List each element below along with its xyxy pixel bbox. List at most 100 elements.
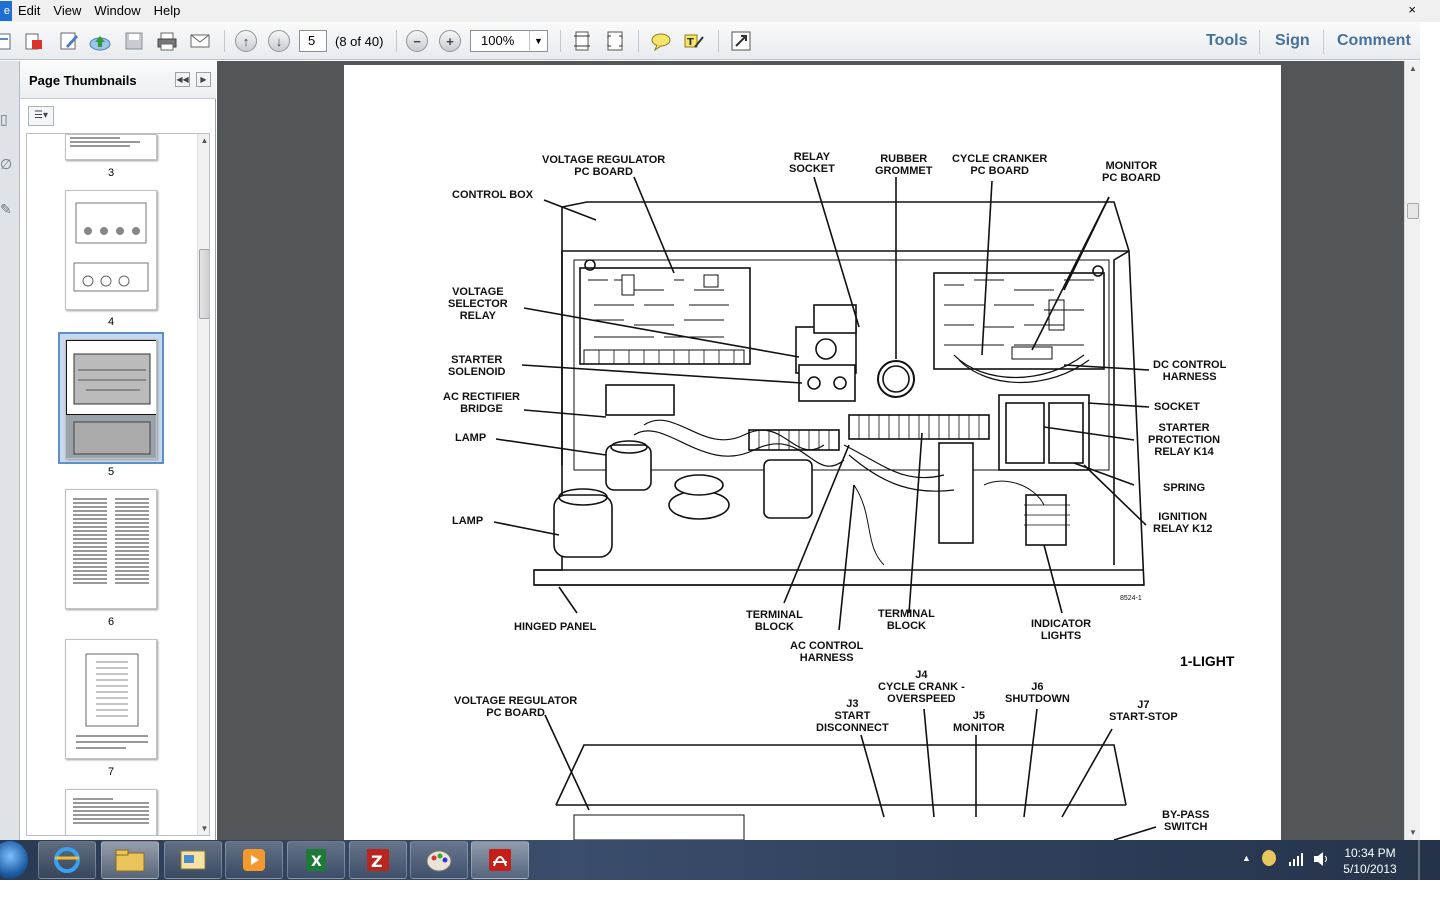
window-edge: [1420, 22, 1440, 880]
svg-text:Z: Z: [371, 852, 383, 871]
print-icon[interactable]: [155, 29, 179, 53]
thumbnail-options-button[interactable]: ☰▾: [28, 106, 54, 126]
attachments-icon[interactable]: ∅: [0, 156, 12, 176]
upload-cloud-icon[interactable]: [88, 29, 112, 53]
pdf-page: VOLTAGE REGULATOR PC BOARD RELAY SOCKET …: [344, 65, 1281, 840]
thumbnail-page-7[interactable]: [65, 639, 157, 759]
label-voltage-regulator-lower: VOLTAGE REGULATOR PC BOARD: [454, 695, 578, 719]
save-icon[interactable]: [122, 29, 146, 53]
internet-explorer-icon[interactable]: [38, 841, 96, 879]
thumbnail-label: 6: [107, 616, 115, 628]
scroll-up-icon[interactable]: ▲: [1405, 64, 1421, 73]
scroll-thumb[interactable]: [1407, 203, 1419, 219]
comment-button[interactable]: Comment: [1337, 32, 1411, 50]
zoom-select[interactable]: 100% ▼: [470, 30, 548, 52]
figure-title: 1-LIGHT: [1180, 653, 1235, 669]
thumbnail-page-3[interactable]: [65, 134, 157, 160]
zoom-value: 100%: [481, 33, 515, 48]
toolbar-separator: [1259, 30, 1260, 54]
expand-panel-icon[interactable]: ▶: [196, 72, 211, 87]
close-document-icon[interactable]: ×: [1408, 2, 1416, 17]
menu-view[interactable]: View: [47, 0, 88, 22]
edit-document-icon[interactable]: [57, 29, 81, 53]
fit-width-icon[interactable]: [603, 29, 627, 53]
action-center-icon[interactable]: [1262, 850, 1276, 866]
start-button[interactable]: [0, 841, 28, 879]
label-dc-control: DC CONTROL HARNESS: [1153, 359, 1227, 383]
label-starter-protection: STARTER PROTECTION RELAY K14: [1148, 422, 1221, 458]
filezilla-icon[interactable]: Z: [349, 841, 407, 879]
thumbnail-page-8[interactable]: [65, 789, 157, 835]
show-hidden-icons-icon[interactable]: ▲: [1242, 853, 1251, 863]
panel-header: Page Thumbnails ◀◀ ▶: [20, 61, 216, 99]
panel-title: Page Thumbnails: [29, 73, 137, 88]
fit-page-icon[interactable]: [570, 29, 594, 53]
volume-icon[interactable]: [1312, 851, 1330, 870]
page-thumbnails-icon[interactable]: ▯: [0, 111, 12, 131]
menu-help[interactable]: Help: [148, 0, 188, 22]
navigation-strip: ▯ ∅ ✎: [0, 61, 20, 840]
thumbnail-page-6[interactable]: [65, 489, 157, 609]
label-terminal-block: TERMINAL BLOCK: [746, 609, 803, 633]
zoom-out-button[interactable]: −: [405, 29, 429, 53]
scroll-down-icon[interactable]: ▼: [1405, 828, 1421, 837]
label-lamp: LAMP: [452, 515, 484, 527]
label-voltage-regulator: VOLTAGE REGULATOR PC BOARD: [542, 154, 666, 178]
label-monitor-pc: MONITOR PC BOARD: [1102, 160, 1161, 184]
menu-window[interactable]: Window: [88, 0, 147, 22]
fullscreen-icon[interactable]: [729, 29, 753, 53]
paint-icon[interactable]: [410, 841, 468, 879]
signatures-icon[interactable]: ✎: [0, 201, 12, 221]
app-icon[interactable]: e: [0, 1, 12, 21]
document-scrollbar[interactable]: ▲ ▼: [1404, 61, 1420, 840]
thumbnail-page-4[interactable]: [65, 190, 157, 310]
collapse-panel-icon[interactable]: ◀◀: [175, 72, 190, 87]
label-control-box: CONTROL BOX: [452, 189, 534, 201]
thumbnail-label: 5: [107, 466, 115, 478]
toolbar: ↑ ↓ 5 (8 of 40) − + 100% ▼ T Tools Sign …: [0, 22, 1420, 60]
tools-button[interactable]: Tools: [1206, 32, 1247, 50]
scroll-thumb[interactable]: [199, 249, 209, 319]
media-player-icon[interactable]: [225, 841, 283, 879]
document-viewer[interactable]: VOLTAGE REGULATOR PC BOARD RELAY SOCKET …: [217, 61, 1404, 840]
menu-edit[interactable]: Edit: [12, 0, 47, 22]
label-j5: J5 MONITOR: [953, 710, 1005, 734]
adobe-reader-icon[interactable]: [471, 841, 529, 879]
label-starter-solenoid: STARTER SOLENOID: [448, 354, 506, 378]
create-icon[interactable]: [0, 29, 16, 53]
highlight-text-icon[interactable]: T: [682, 29, 706, 53]
svg-text:X: X: [311, 854, 322, 870]
show-desktop-button[interactable]: [1418, 840, 1420, 880]
next-page-button[interactable]: ↓: [267, 29, 291, 53]
menu-bar: e Edit View Window Help ×: [0, 0, 1440, 22]
email-icon[interactable]: [188, 29, 212, 53]
scroll-down-icon[interactable]: ▼: [198, 824, 209, 833]
clock[interactable]: 10:34 PM 5/10/2013: [1330, 845, 1410, 877]
label-hinged-panel: HINGED PANEL: [514, 621, 597, 633]
label-ac-control: AC CONTROL HARNESS: [790, 640, 864, 664]
excel-icon[interactable]: X: [287, 841, 345, 879]
chevron-down-icon[interactable]: ▼: [529, 31, 547, 51]
label-cycle-cranker: CYCLE CRANKER PC BOARD: [952, 153, 1048, 177]
comment-bubble-icon[interactable]: [649, 29, 673, 53]
thumbnail-page-5[interactable]: [65, 339, 157, 459]
thumbnail-label: 7: [107, 766, 115, 778]
page-number-input[interactable]: 5: [299, 30, 327, 52]
outlook-icon[interactable]: [164, 841, 222, 879]
label-j4: J4 CYCLE CRANK - OVERSPEED: [878, 669, 965, 705]
file-explorer-icon[interactable]: [101, 841, 159, 879]
scroll-up-icon[interactable]: ▲: [198, 136, 209, 145]
previous-page-button[interactable]: ↑: [234, 29, 258, 53]
toolbar-separator: [224, 30, 225, 52]
thumbnail-scrollbar[interactable]: ▲ ▼: [197, 134, 209, 835]
zoom-in-button[interactable]: +: [438, 29, 462, 53]
toolbar-separator: [718, 30, 719, 52]
thumbnail-list[interactable]: 3 4 5 6 7 ▲ ▼: [26, 133, 210, 836]
toolbar-separator: [1323, 30, 1324, 54]
taskbar: X Z ▲ 10:34 PM 5/10/2013: [0, 840, 1440, 880]
thumbnail-label: 4: [107, 316, 115, 328]
create-pdf-icon[interactable]: [22, 29, 46, 53]
sign-button[interactable]: Sign: [1275, 32, 1310, 50]
label-ignition-relay: IGNITION RELAY K12: [1153, 511, 1213, 535]
network-signal-icon[interactable]: [1288, 851, 1304, 870]
